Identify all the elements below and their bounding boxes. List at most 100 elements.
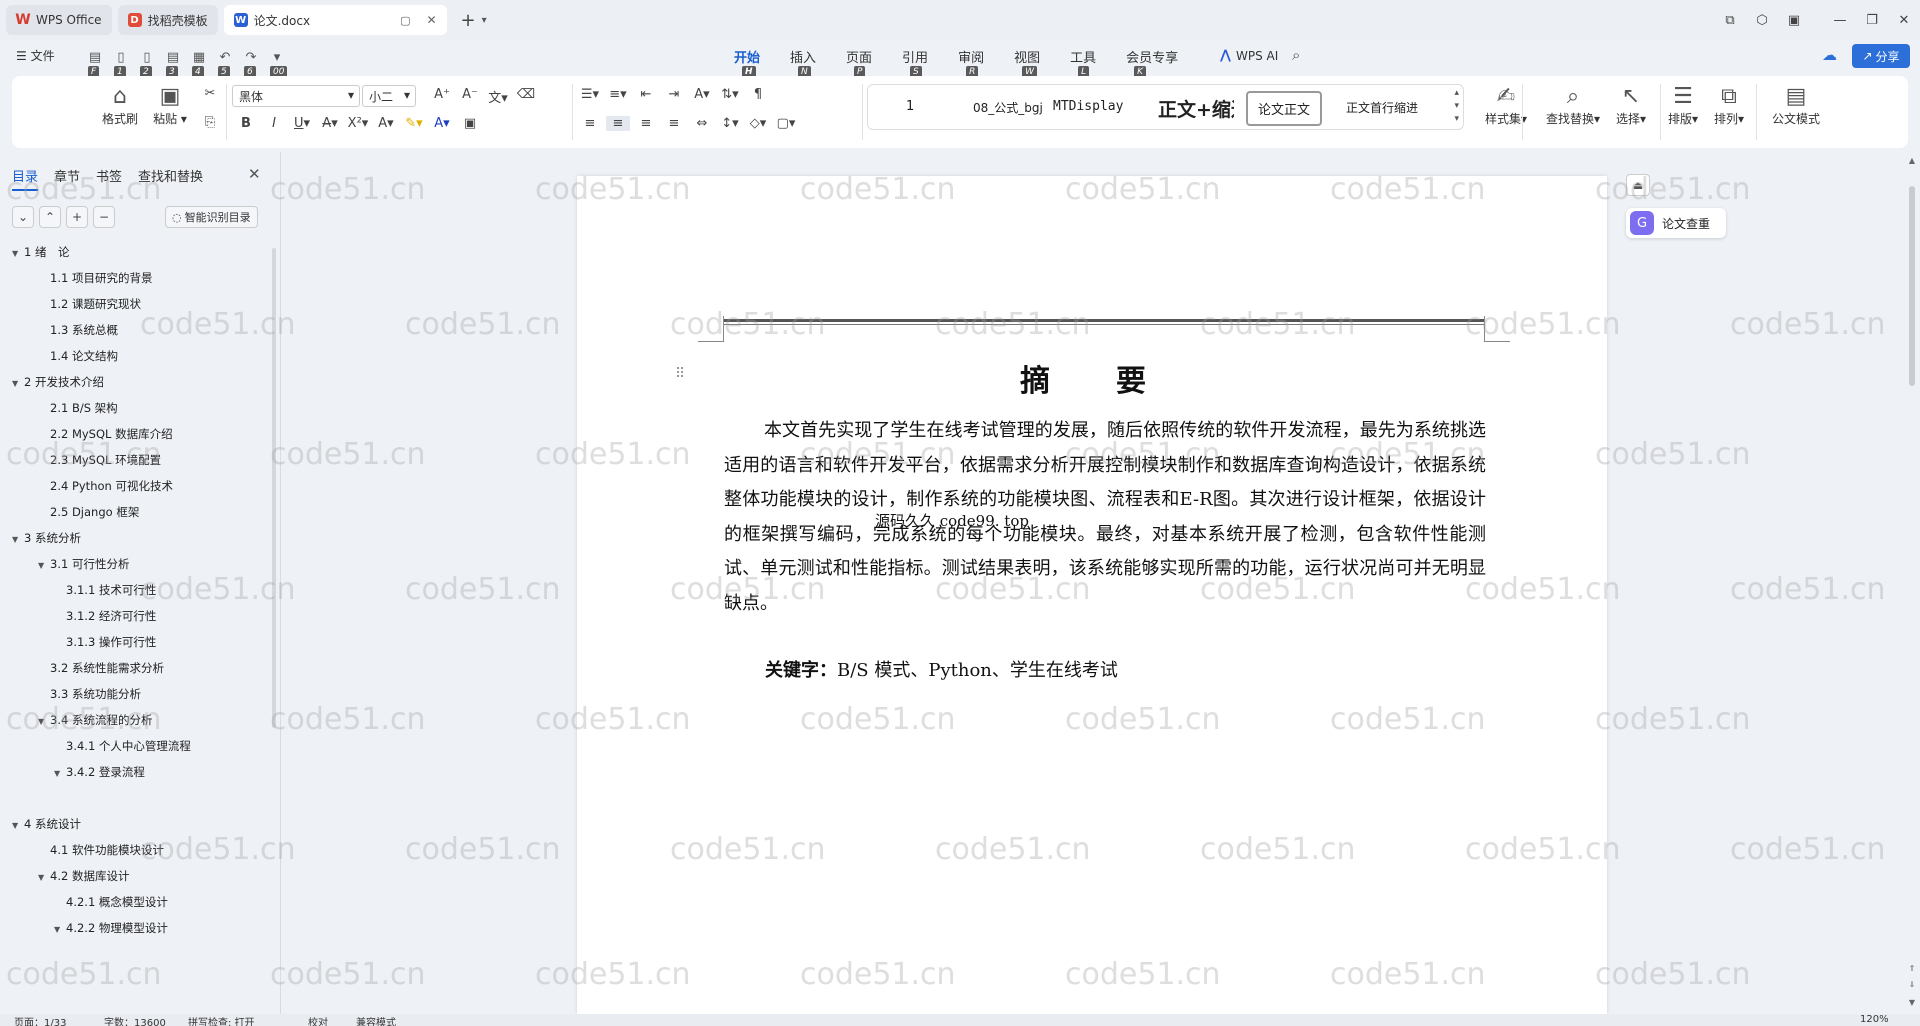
expand-icon[interactable]: ⌄	[12, 206, 34, 228]
font-color-icon[interactable]: A▾	[430, 116, 454, 131]
wps-ai-button[interactable]: ⋀ WPS AI	[1220, 48, 1278, 63]
expand-triangle-icon[interactable]: ▼	[12, 821, 24, 830]
layout-button[interactable]: ☰ 排版▾	[1662, 84, 1704, 127]
align-left-icon[interactable]: ≡	[578, 116, 602, 131]
style-item[interactable]: 08_公式_bgj	[973, 99, 1043, 116]
tab-docer[interactable]: D 找稻壳模板	[117, 5, 218, 35]
outdent-icon[interactable]: ⇤	[634, 87, 658, 102]
preview-icon[interactable]: ▦ 4	[188, 46, 210, 78]
collapse-sidebar-button[interactable]: ⏏	[1626, 174, 1650, 196]
redo-icon[interactable]: ↷ 6	[240, 46, 262, 78]
toc-item[interactable]: 3.1.3 操作可行性	[66, 634, 156, 650]
toc-item[interactable]: ▼ 3 系统分析	[12, 530, 81, 546]
new-tab-icon[interactable]: +	[461, 10, 476, 31]
indent-icon[interactable]: ⇥	[662, 87, 686, 102]
collapse-icon[interactable]: ⌃	[39, 206, 61, 228]
superscript-icon[interactable]: X²▾	[346, 116, 370, 131]
toc-item[interactable]: 3.3 系统功能分析	[50, 686, 141, 702]
nav-tab-find[interactable]: 查找和替换	[138, 166, 203, 191]
scroll-top-icon[interactable]: ⇑	[1906, 964, 1918, 973]
tab-member[interactable]: 会员专享 K	[1126, 47, 1178, 78]
tab-close-icon[interactable]: ✕	[426, 13, 436, 27]
bullets-icon[interactable]: ☰▾	[578, 87, 602, 102]
clear-format-icon[interactable]: ⌫	[514, 87, 538, 106]
toc-item[interactable]: 3.4.1 个人中心管理流程	[66, 738, 191, 754]
smart-toc-button[interactable]: ◌ 智能识别目录	[165, 206, 258, 228]
search-icon[interactable]: ⌕	[1292, 46, 1300, 64]
char-shading-icon[interactable]: ▣	[458, 116, 482, 131]
toc-item[interactable]: ▼ 4.2 数据库设计	[38, 868, 129, 884]
new-doc-icon[interactable]: ▯ 1	[110, 46, 132, 78]
expand-triangle-icon[interactable]: ▼	[54, 769, 66, 778]
share-button[interactable]: ↗ 分享	[1852, 44, 1910, 68]
style-item[interactable]: MTDisplay	[1053, 99, 1123, 114]
document-page[interactable]: ⠿ 摘 要 本文首先实现了学生在线考试管理的发展，随后依照传统的软件开发流程，最…	[577, 176, 1607, 1014]
plagiarism-check-button[interactable]: G 论文查重	[1626, 208, 1726, 238]
toc-item[interactable]: ▼ 2 开发技术介绍	[12, 374, 104, 390]
close-icon[interactable]: ✕	[248, 165, 261, 183]
print-icon[interactable]: ▤ 3	[162, 46, 184, 78]
status-page[interactable]: 页面：1/33	[14, 1014, 66, 1026]
font-size-select[interactable]: 小二 ▾	[362, 85, 416, 107]
abstract-title[interactable]: 摘 要	[577, 356, 1607, 400]
format-painter-button[interactable]: ⌂ 格式刷	[100, 84, 140, 127]
style-item-selected[interactable]: 论文正文	[1246, 91, 1323, 126]
close-icon[interactable]: ✕	[1888, 13, 1920, 28]
avatar[interactable]: ▣	[1778, 13, 1810, 28]
toc-item[interactable]: 4.2.1 概念模型设计	[66, 894, 168, 910]
add-icon[interactable]: +	[66, 206, 88, 228]
find-replace-button[interactable]: ⌕ 查找替换▾	[1542, 84, 1604, 127]
distribute-icon[interactable]: ⇔	[690, 116, 714, 131]
status-zoom[interactable]: 120%	[1860, 1014, 1889, 1025]
toc-item[interactable]: ▼ 1 绪 论	[12, 244, 69, 260]
expand-triangle-icon[interactable]: ▼	[38, 561, 50, 570]
style-scroll-icon[interactable]: ▴ ▾ ▾	[1454, 87, 1459, 126]
toc-item[interactable]: 1.3 系统总概	[50, 322, 118, 338]
text-direction-icon[interactable]: A▾	[690, 87, 714, 102]
show-marks-icon[interactable]: ¶	[746, 87, 770, 102]
expand-triangle-icon[interactable]: ▼	[54, 925, 66, 934]
abstract-body[interactable]: 本文首先实现了学生在线考试管理的发展，随后依照传统的软件开发流程，最先为系统挑选…	[724, 414, 1486, 621]
restore-icon[interactable]: ❐	[1856, 13, 1888, 28]
cut-icon[interactable]: ✂	[198, 86, 222, 101]
expand-triangle-icon[interactable]: ▼	[38, 717, 50, 726]
expand-triangle-icon[interactable]: ▼	[12, 249, 24, 258]
grow-font-icon[interactable]: A⁺	[430, 87, 454, 106]
cloud-icon[interactable]: ☁	[1822, 46, 1837, 64]
italic-icon[interactable]: I	[262, 116, 286, 131]
scroll-up-icon[interactable]: ▲	[1906, 156, 1918, 165]
toc-item[interactable]: 1.2 课题研究现状	[50, 296, 141, 312]
paste-button[interactable]: ▣ 粘贴 ▾	[148, 84, 192, 127]
expand-triangle-icon[interactable]: ▼	[12, 535, 24, 544]
highlight-icon[interactable]: ✎▾	[402, 116, 426, 131]
toc-item[interactable]: ▼ 4 系统设计	[12, 816, 81, 832]
underline-icon[interactable]: U▾	[290, 116, 314, 131]
style-item[interactable]: 正文首行缩进	[1346, 99, 1442, 116]
tab-wps-office[interactable]: W WPS Office	[6, 5, 112, 35]
tab-window-icon[interactable]: ▢	[400, 14, 410, 27]
layout-icon[interactable]: ⧉	[1714, 13, 1746, 28]
nav-tab-toc[interactable]: 目录	[12, 166, 39, 191]
tab-home[interactable]: 开始 H	[734, 47, 760, 78]
toc-item[interactable]: 2.2 MySQL 数据库介绍	[50, 426, 173, 442]
official-mode-button[interactable]: ▤ 公文模式	[1768, 84, 1824, 127]
minimize-icon[interactable]: —	[1824, 13, 1856, 28]
scroll-down-icon[interactable]: ▼	[1906, 998, 1918, 1007]
toc-item[interactable]: 3.1.2 经济可行性	[66, 608, 156, 624]
cube-icon[interactable]: ⬡	[1746, 13, 1778, 28]
scroll-thumb[interactable]	[1909, 186, 1915, 386]
tab-references[interactable]: 引用 S	[902, 47, 928, 78]
shrink-font-icon[interactable]: A⁻	[458, 87, 482, 106]
scroll-bottom-icon[interactable]: ⇓	[1906, 980, 1918, 989]
sort-icon[interactable]: ⇅▾	[718, 87, 742, 102]
status-words[interactable]: 字数：13600	[104, 1014, 166, 1026]
tab-insert[interactable]: 插入 N	[790, 47, 816, 78]
toc-item[interactable]: 4.1 软件功能模块设计	[50, 842, 164, 858]
style-set-button[interactable]: ✍ 样式集▾	[1476, 84, 1536, 127]
align-right-icon[interactable]: ≡	[634, 116, 658, 131]
keywords-line[interactable]: 关键字：B/S 模式、Python、学生在线考试	[765, 656, 1118, 682]
tab-review[interactable]: 审阅 R	[958, 47, 984, 78]
style-item[interactable]: 1	[906, 99, 914, 114]
toc-item[interactable]: ▼ 3.4 系统流程的分析	[38, 712, 152, 728]
font-name-select[interactable]: 黑体 ▾	[232, 85, 360, 107]
